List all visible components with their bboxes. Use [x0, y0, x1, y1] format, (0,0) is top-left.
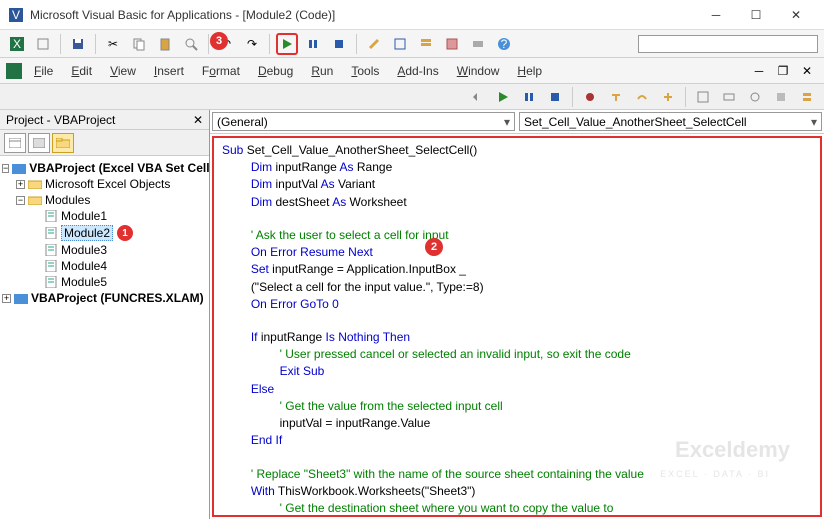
panel-close-icon[interactable]: ✕	[193, 113, 203, 127]
properties-icon[interactable]	[415, 33, 437, 55]
tree-module5[interactable]: Module5	[61, 275, 107, 289]
menu-debug[interactable]: Debug	[250, 61, 301, 81]
project-panel-title: Project - VBAProject ✕	[0, 110, 209, 130]
standard-toolbar: X ✂ ↶ ↷ ?	[0, 30, 824, 58]
window-title: Microsoft Visual Basic for Applications …	[30, 8, 696, 22]
watch-icon[interactable]	[744, 86, 766, 108]
help-icon[interactable]: ?	[493, 33, 515, 55]
menu-window[interactable]: Window	[449, 61, 508, 81]
step-into-icon[interactable]	[605, 86, 627, 108]
project-panel-toolbar	[0, 130, 209, 156]
find-icon[interactable]	[180, 33, 202, 55]
quick-watch-icon[interactable]	[770, 86, 792, 108]
title-bar: V Microsoft Visual Basic for Application…	[0, 0, 824, 30]
code-area: (General) ▾ Set_Cell_Value_AnotherSheet_S…	[210, 110, 824, 519]
call-stack-icon[interactable]	[796, 86, 818, 108]
tree-module4[interactable]: Module4	[61, 259, 107, 273]
menu-insert[interactable]: Insert	[146, 61, 192, 81]
copy-icon[interactable]	[128, 33, 150, 55]
menu-tools[interactable]: Tools	[343, 61, 387, 81]
object-browser-icon[interactable]	[441, 33, 463, 55]
menu-view[interactable]: View	[102, 61, 144, 81]
svg-text:X: X	[13, 37, 21, 51]
watermark-sub: EXCEL · DATA · BI	[660, 468, 770, 480]
design-mode-icon[interactable]	[363, 33, 385, 55]
stop-icon[interactable]	[328, 33, 350, 55]
app-icon: V	[8, 7, 24, 23]
callout-3: 3	[210, 32, 228, 50]
locals-icon[interactable]	[692, 86, 714, 108]
toggle-folders-icon[interactable]	[52, 133, 74, 153]
project-explorer: Project - VBAProject ✕ −VBAProject (Exce…	[0, 110, 210, 519]
maximize-button[interactable]: ☐	[736, 1, 776, 29]
object-combo[interactable]: (General) ▾	[212, 112, 515, 131]
run-sub-icon[interactable]	[492, 86, 514, 108]
tree-root-1[interactable]: VBAProject (Excel VBA Set Cell	[29, 161, 209, 175]
tree-root-2[interactable]: VBAProject (FUNCRES.XLAM)	[31, 291, 204, 305]
tree-excel-objects[interactable]: Microsoft Excel Objects	[45, 177, 170, 191]
reset-icon[interactable]	[544, 86, 566, 108]
step-over-icon[interactable]	[631, 86, 653, 108]
breakpoint-icon[interactable]	[579, 86, 601, 108]
step-out-icon[interactable]	[657, 86, 679, 108]
tree-module3[interactable]: Module3	[61, 243, 107, 257]
procedure-combo-value: Set_Cell_Value_AnotherSheet_SelectCell	[524, 115, 747, 129]
project-explorer-icon[interactable]	[389, 33, 411, 55]
pause-icon[interactable]	[302, 33, 324, 55]
excel-mini-icon[interactable]	[6, 63, 22, 79]
menu-format[interactable]: Format	[194, 61, 248, 81]
debug-toolbar	[0, 84, 824, 110]
menu-file[interactable]: File	[26, 61, 61, 81]
redo-icon[interactable]: ↷	[241, 33, 263, 55]
break-icon[interactable]	[518, 86, 540, 108]
tree-module2[interactable]: Module2	[61, 225, 113, 241]
excel-icon[interactable]: X	[6, 33, 28, 55]
chevron-down-icon: ▾	[811, 115, 817, 129]
watermark: Exceldemy	[675, 435, 790, 465]
menu-bar: File Edit View Insert Format Debug Run T…	[0, 58, 824, 84]
callout-2: 2	[425, 238, 443, 256]
menu-addins[interactable]: Add-Ins	[389, 61, 446, 81]
tree-module1[interactable]: Module1	[61, 209, 107, 223]
close-button[interactable]: ✕	[776, 1, 816, 29]
paste-icon[interactable]	[154, 33, 176, 55]
chevron-down-icon: ▾	[504, 115, 510, 129]
menu-edit[interactable]: Edit	[63, 61, 100, 81]
code-editor[interactable]: Sub Set_Cell_Value_AnotherSheet_SelectCe…	[212, 136, 822, 517]
svg-text:?: ?	[501, 37, 508, 51]
toolbox-icon[interactable]	[467, 33, 489, 55]
procedure-combo[interactable]: Set_Cell_Value_AnotherSheet_SelectCell ▾	[519, 112, 822, 131]
immediate-icon[interactable]	[718, 86, 740, 108]
insert-module-icon[interactable]	[32, 33, 54, 55]
svg-text:V: V	[12, 8, 20, 22]
menu-run[interactable]: Run	[303, 61, 341, 81]
callout-1: 1	[117, 225, 133, 241]
compile-icon[interactable]	[466, 86, 488, 108]
menu-help[interactable]: Help	[509, 61, 550, 81]
tree-modules-folder[interactable]: Modules	[45, 193, 90, 207]
object-combo-value: (General)	[217, 115, 268, 129]
mdi-minimize-icon[interactable]: ─	[748, 60, 770, 82]
run-button[interactable]	[276, 33, 298, 55]
view-object-icon[interactable]	[28, 133, 50, 153]
save-icon[interactable]	[67, 33, 89, 55]
position-box	[638, 35, 818, 53]
project-tree[interactable]: −VBAProject (Excel VBA Set Cell +Microso…	[0, 156, 209, 519]
mdi-close-icon[interactable]: ✕	[796, 60, 818, 82]
project-panel-title-text: Project - VBAProject	[6, 113, 115, 127]
cut-icon[interactable]: ✂	[102, 33, 124, 55]
minimize-button[interactable]: ─	[696, 1, 736, 29]
mdi-restore-icon[interactable]: ❐	[772, 60, 794, 82]
view-code-icon[interactable]	[4, 133, 26, 153]
